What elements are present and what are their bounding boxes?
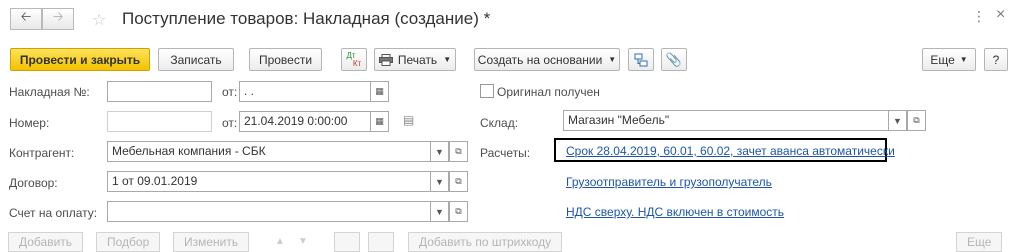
chevron-down-icon: ▼ [608, 55, 617, 64]
dt-kt-button[interactable]: Дт Кт [341, 48, 367, 71]
contract-dropdown-button[interactable]: ▼ [430, 171, 449, 192]
invoice-no-field[interactable] [107, 81, 212, 102]
chevron-down-icon: ▼ [893, 115, 902, 126]
calendar-button[interactable]: ▦ [370, 111, 389, 132]
warehouse-dropdown-button[interactable]: ▼ [888, 110, 907, 131]
settlements-link[interactable]: Срок 28.04.2019, 60.01, 60.02, зачет ава… [566, 144, 895, 158]
print-button[interactable]: Печать ▼ [374, 48, 456, 71]
paste-rows-button[interactable] [368, 232, 394, 252]
contract-label: Договор: [9, 176, 58, 190]
number-from-label: от: [222, 116, 238, 130]
move-up-icon[interactable]: ▲ [275, 236, 285, 247]
create-based-on-button[interactable]: Создать на основании ▼ [474, 48, 620, 71]
vat-link[interactable]: НДС сверху. НДС включен в стоимость [566, 205, 784, 219]
structure-button[interactable] [628, 48, 654, 71]
back-button[interactable]: 🡠 [10, 8, 42, 30]
chevron-down-icon: ▼ [435, 146, 444, 157]
warehouse-field[interactable]: Магазин "Мебель" [563, 110, 889, 131]
close-icon[interactable]: × [996, 6, 1005, 24]
shipper-consignee-link[interactable]: Грузоотправитель и грузополучатель [566, 175, 772, 189]
post-and-close-button[interactable]: Провести и закрыть [10, 48, 150, 71]
open-icon: ⧉ [455, 206, 462, 216]
chevron-down-icon: ▼ [435, 206, 444, 217]
payment-invoice-open-button[interactable]: ⧉ [449, 201, 468, 222]
arrow-left-icon: 🡠 [20, 9, 32, 24]
pick-button[interactable]: Подбор [96, 232, 161, 252]
more-vertical-icon[interactable]: ⋮ [972, 8, 986, 25]
kt-label: Кт [352, 58, 362, 68]
settlements-label: Расчеты: [480, 146, 531, 160]
contract-field[interactable]: 1 от 09.01.2019 [107, 171, 431, 192]
number-label: Номер: [9, 116, 50, 130]
star-icon[interactable]: ☆ [92, 10, 106, 30]
post-button[interactable]: Провести [249, 48, 322, 71]
page-title: Поступление товаров: Накладная (создание… [122, 9, 491, 28]
counterparty-open-button[interactable]: ⧉ [449, 141, 468, 162]
payment-invoice-dropdown-button[interactable]: ▼ [430, 201, 449, 222]
table-more-button[interactable]: Еще [956, 232, 1003, 252]
invoice-date-field[interactable]: . . [239, 81, 371, 102]
warehouse-open-button[interactable]: ⧉ [907, 110, 926, 131]
forward-button[interactable]: 🡢 [42, 8, 74, 30]
change-button[interactable]: Изменить [173, 232, 250, 252]
copy-rows-button[interactable] [334, 232, 360, 252]
chevron-down-icon: ▼ [959, 55, 968, 64]
payment-invoice-field[interactable] [107, 201, 431, 222]
calendar-icon: ▦ [375, 116, 384, 126]
arrow-right-icon: 🡢 [52, 9, 64, 24]
counterparty-field[interactable]: Мебельная компания - СБК [107, 141, 431, 162]
open-icon: ⧉ [455, 146, 462, 156]
move-down-icon[interactable]: ▼ [298, 236, 308, 247]
more-label: Еще [930, 52, 955, 67]
help-button[interactable]: ? [984, 48, 1008, 71]
create-based-on-label: Создать на основании [477, 52, 603, 67]
document-structure-icon [634, 53, 648, 66]
open-icon: ⧉ [455, 176, 462, 186]
print-label: Печать [397, 52, 438, 67]
chevron-down-icon: ▼ [435, 176, 444, 187]
printer-icon [378, 53, 393, 66]
warehouse-label: Склад: [480, 116, 519, 130]
counterparty-label: Контрагент: [9, 146, 75, 160]
number-date-field[interactable]: 21.04.2019 0:00:00 [239, 111, 371, 132]
payment-invoice-label: Счет на оплату: [9, 206, 98, 220]
chevron-down-icon: ▼ [443, 55, 452, 64]
attachment-button[interactable]: 📎 [661, 48, 687, 71]
more-button[interactable]: Еще ▼ [922, 48, 976, 71]
number-field[interactable] [107, 111, 212, 132]
counterparty-dropdown-button[interactable]: ▼ [430, 141, 449, 162]
paperclip-icon: 📎 [665, 51, 683, 67]
comment-icon[interactable]: ▤ [403, 113, 414, 127]
invoice-no-label: Накладная №: [9, 85, 90, 99]
contract-open-button[interactable]: ⧉ [449, 171, 468, 192]
invoice-from-label: от: [222, 85, 238, 99]
save-button[interactable]: Записать [158, 48, 234, 71]
calendar-button[interactable]: ▦ [370, 81, 389, 102]
original-received-label[interactable]: Оригинал получен [497, 85, 600, 99]
open-icon: ⧉ [913, 115, 920, 125]
add-by-barcode-button[interactable]: Добавить по штрихкоду [408, 232, 563, 252]
calendar-icon: ▦ [375, 86, 384, 96]
add-row-button[interactable]: Добавить [8, 232, 84, 252]
original-received-checkbox[interactable] [480, 84, 494, 98]
